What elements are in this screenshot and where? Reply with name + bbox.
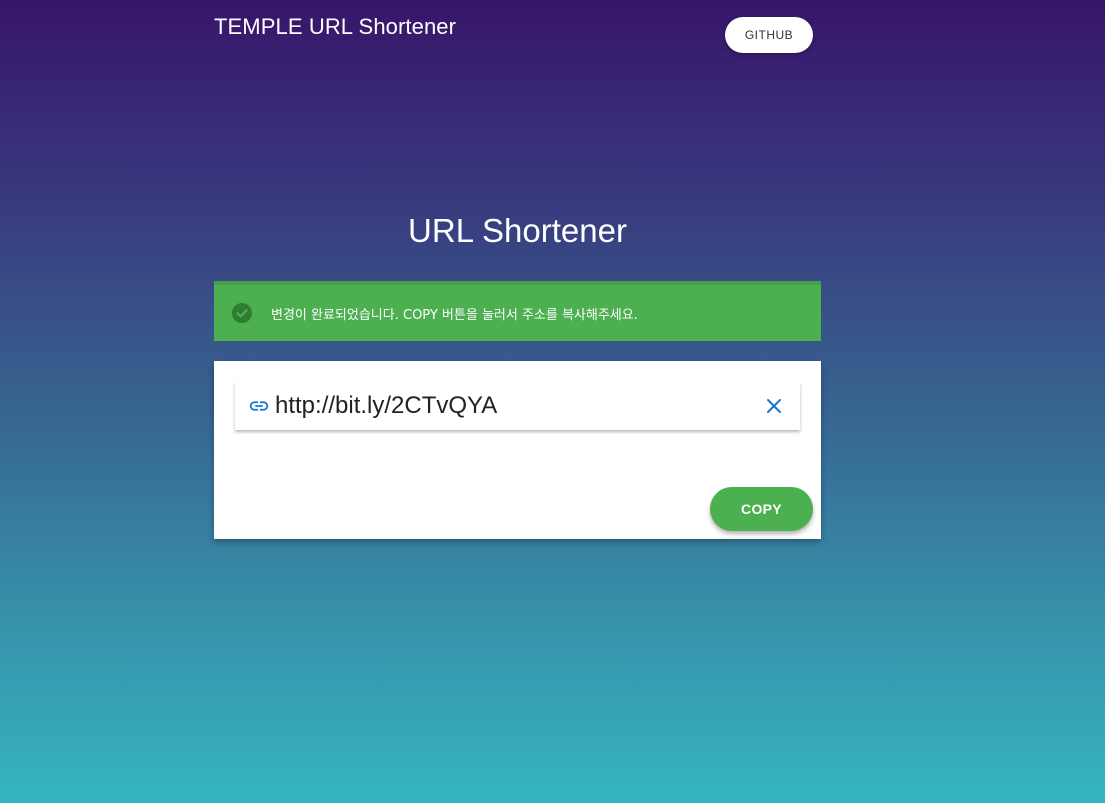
url-field [235, 382, 800, 430]
link-icon [247, 394, 271, 418]
page-title: URL Shortener [408, 212, 627, 249]
check-circle-icon [232, 303, 252, 323]
shortener-card: COPY [214, 361, 821, 539]
short-url-input[interactable] [275, 386, 745, 426]
github-button[interactable]: GITHUB [725, 17, 813, 53]
success-alert: 변경이 완료되었습니다. COPY 버튼을 눌러서 주소를 복사해주세요. [214, 281, 821, 341]
close-icon[interactable] [762, 394, 786, 418]
alert-message: 변경이 완료되었습니다. COPY 버튼을 눌러서 주소를 복사해주세요. [271, 307, 638, 323]
app-title: TEMPLE URL Shortener [214, 14, 457, 39]
copy-button[interactable]: COPY [710, 487, 813, 531]
